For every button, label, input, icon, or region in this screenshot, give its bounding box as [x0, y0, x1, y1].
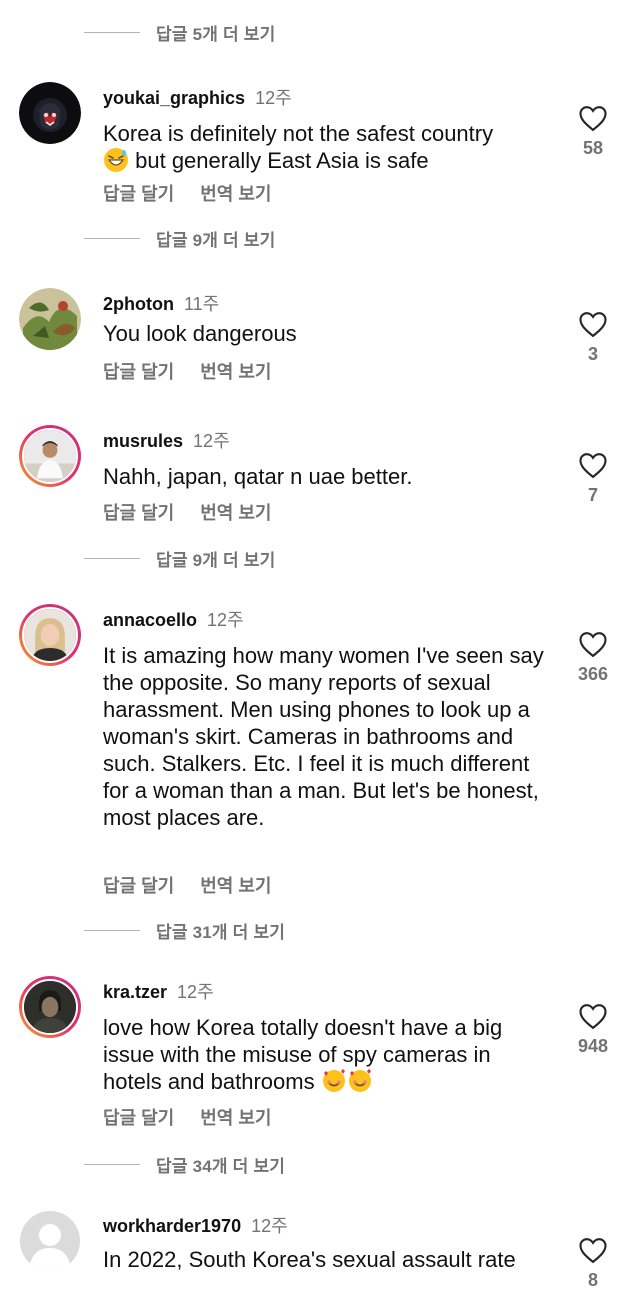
comment-text-line: Korea is definitely not the safest count… — [103, 121, 494, 146]
comment-text-line: but generally East Asia is safe — [135, 148, 429, 173]
avatar-story-ring[interactable] — [19, 976, 81, 1038]
comment-text: It is amazing how many women I've seen s… — [103, 643, 544, 830]
avatar-image — [19, 82, 81, 144]
avatar-story-ring[interactable] — [19, 425, 81, 487]
username[interactable]: youkai_graphics — [103, 88, 245, 108]
like-count: 948 — [577, 1036, 609, 1056]
comment-text: Korea is definitely not the safest count… — [103, 120, 553, 174]
divider-line — [84, 31, 140, 33]
like-area: 366 — [572, 630, 614, 685]
timestamp: 12주 — [207, 610, 244, 630]
like-count: 3 — [587, 344, 598, 364]
username[interactable]: kra.tzer — [103, 982, 167, 1002]
divider-line — [84, 929, 140, 931]
translate-button[interactable]: 번역 보기 — [200, 503, 271, 523]
like-count: 7 — [587, 485, 598, 505]
view-more-replies-label: 답글 34개 더 보기 — [156, 1156, 286, 1176]
default-avatar-icon — [20, 1211, 80, 1271]
avatar-story-ring[interactable] — [19, 604, 81, 666]
like-area: 3 — [574, 310, 612, 365]
view-more-replies-label: 답글 9개 더 보기 — [156, 230, 276, 250]
like-count: 366 — [577, 664, 609, 684]
avatar[interactable] — [19, 1210, 81, 1272]
view-more-replies[interactable]: 답글 9개 더 보기 — [84, 226, 275, 250]
reply-button[interactable]: 답글 달기 — [103, 876, 174, 896]
like-area: 7 — [574, 451, 612, 506]
avatar-image — [24, 981, 76, 1033]
view-more-replies[interactable]: 답글 9개 더 보기 — [84, 546, 275, 570]
smiling-hearts-emoji — [322, 1069, 345, 1092]
reply-button[interactable]: 답글 달기 — [103, 503, 174, 523]
comment-text-line: love how Korea totally doesn't have a bi… — [103, 1015, 503, 1094]
view-more-replies-label: 답글 31개 더 보기 — [156, 922, 286, 942]
timestamp: 12주 — [193, 431, 230, 451]
view-more-replies-label: 답글 5개 더 보기 — [156, 24, 276, 44]
timestamp: 12주 — [255, 88, 292, 108]
heart-outline-icon[interactable] — [578, 1002, 608, 1030]
comment-text: Nahh, japan, qatar n uae better. — [103, 464, 413, 489]
username[interactable]: workharder1970 — [103, 1216, 241, 1236]
timestamp: 11주 — [183, 294, 220, 314]
like-area: 58 — [574, 104, 612, 159]
username[interactable]: musrules — [103, 431, 183, 451]
heart-outline-icon[interactable] — [578, 1236, 608, 1264]
grinning-sweat-emoji — [104, 148, 128, 172]
divider-line — [84, 1163, 140, 1165]
timestamp: 12주 — [251, 1216, 288, 1236]
heart-outline-icon[interactable] — [578, 104, 608, 132]
timestamp: 12주 — [177, 982, 214, 1002]
comment-text: love how Korea totally doesn't have a bi… — [103, 1014, 543, 1095]
heart-outline-icon[interactable] — [578, 451, 608, 479]
avatar[interactable] — [19, 288, 81, 350]
avatar-image — [19, 288, 81, 350]
avatar-image — [24, 430, 76, 482]
divider-line — [84, 557, 140, 559]
heart-outline-icon[interactable] — [578, 630, 608, 658]
heart-outline-icon[interactable] — [578, 310, 608, 338]
reply-button[interactable]: 답글 달기 — [103, 362, 174, 382]
translate-button[interactable]: 번역 보기 — [200, 1108, 271, 1128]
avatar-image — [24, 609, 76, 661]
like-area: 948 — [574, 1002, 612, 1057]
translate-button[interactable]: 번역 보기 — [200, 876, 271, 896]
username[interactable]: annacoello — [103, 610, 197, 630]
avatar[interactable] — [19, 82, 81, 144]
reply-button[interactable]: 답글 달기 — [103, 184, 174, 204]
comment-text: In 2022, South Korea's sexual assault ra… — [103, 1247, 516, 1272]
translate-button[interactable]: 번역 보기 — [200, 184, 271, 204]
view-more-replies[interactable]: 답글 5개 더 보기 — [84, 20, 275, 44]
reply-button[interactable]: 답글 달기 — [103, 1108, 174, 1128]
divider-line — [84, 237, 140, 239]
comment-text: You look dangerous — [103, 321, 297, 346]
like-count: 58 — [582, 138, 604, 158]
view-more-replies-label: 답글 9개 더 보기 — [156, 550, 276, 570]
smiling-hearts-emoji — [348, 1069, 371, 1092]
like-count: 8 — [587, 1270, 598, 1290]
like-area: 8 — [574, 1236, 612, 1291]
view-more-replies[interactable]: 답글 31개 더 보기 — [84, 918, 285, 942]
translate-button[interactable]: 번역 보기 — [200, 362, 271, 382]
username[interactable]: 2photon — [103, 294, 174, 314]
view-more-replies[interactable]: 답글 34개 더 보기 — [84, 1152, 285, 1176]
